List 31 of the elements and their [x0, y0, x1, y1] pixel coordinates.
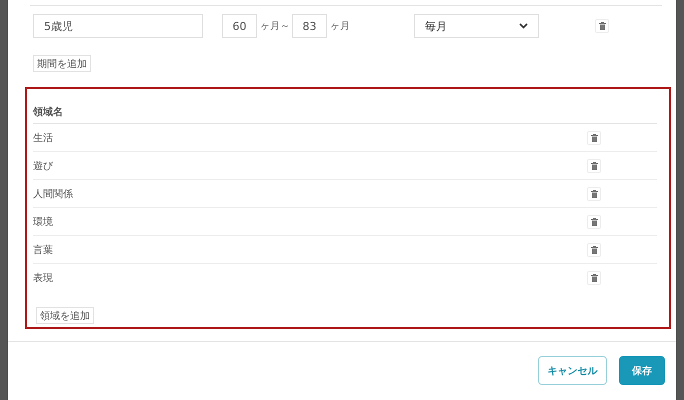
delete-button[interactable]	[587, 214, 601, 228]
domain-name: 言葉	[33, 244, 53, 256]
trash-icon	[590, 162, 598, 170]
month-field[interactable]: 83	[292, 14, 327, 38]
delete-button[interactable]	[587, 186, 601, 200]
trash-icon	[590, 190, 598, 198]
add-period-button[interactable]: 期間を追加	[33, 55, 91, 72]
column-header: 領域名	[33, 101, 657, 124]
frequency-select[interactable]: 毎月	[414, 14, 539, 38]
trash-icon	[598, 22, 606, 30]
domain-name: 環境	[33, 216, 53, 228]
delete-button[interactable]	[587, 158, 601, 172]
domain-name: 表現	[33, 272, 53, 284]
cancel-button[interactable]: キャンセル	[538, 356, 607, 385]
chevron-down-icon	[519, 23, 528, 29]
domain-name: 生活	[33, 132, 53, 144]
trash-icon	[590, 274, 598, 282]
add-domain-button[interactable]: 領域を追加	[36, 307, 94, 324]
month-field[interactable]: 60	[222, 14, 257, 38]
unit-label: ヶ月	[330, 20, 350, 33]
trash-icon	[590, 218, 598, 226]
trash-icon	[590, 134, 598, 142]
delete-button[interactable]	[587, 270, 601, 284]
delete-button[interactable]	[587, 242, 601, 256]
delete-button[interactable]	[595, 19, 609, 33]
domain-name: 遊び	[33, 160, 53, 172]
unit-label: ヶ月～	[260, 20, 290, 33]
trash-icon	[590, 246, 598, 254]
delete-button[interactable]	[587, 130, 601, 144]
domain-name: 人間関係	[33, 188, 73, 200]
name-field[interactable]: 5歳児	[33, 14, 203, 38]
